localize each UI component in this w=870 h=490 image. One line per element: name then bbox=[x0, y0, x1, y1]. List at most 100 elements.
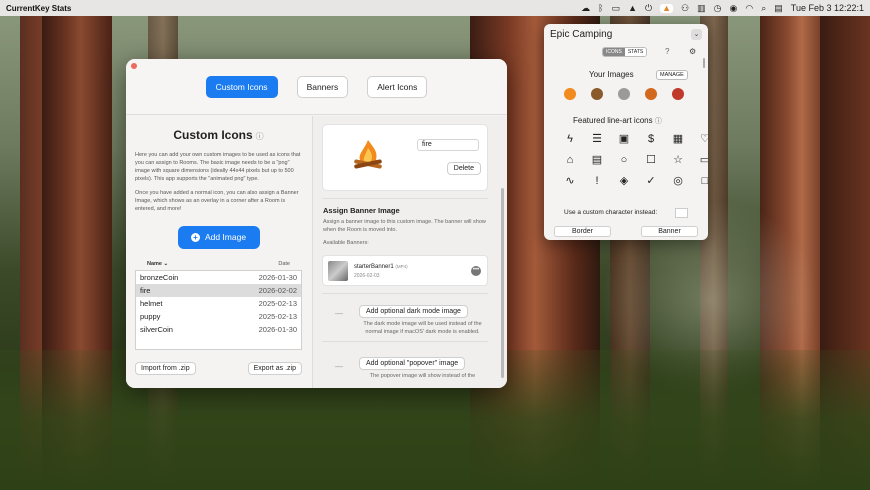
home-icon[interactable]: ⌂ bbox=[560, 153, 580, 167]
status-icons: ☁ ᛒ ▭ ▲ ⏻ ▲ ⚇ ▥ ◷ ◉ ◠ ⌕ ▤ Tue Feb 3 12:2… bbox=[581, 3, 864, 13]
scrollbar[interactable] bbox=[703, 58, 705, 68]
banner-option[interactable]: starterBanner1 (MP4) 2026-02-03 ••• bbox=[322, 255, 488, 286]
control-center-icon[interactable]: ▤ bbox=[774, 3, 783, 13]
description-paragraph: Here you can add your own custom images … bbox=[135, 152, 301, 182]
check-icon[interactable]: ✓ bbox=[641, 174, 661, 188]
chat-icon[interactable]: ○ bbox=[614, 153, 634, 167]
segment-icons[interactable]: ICONS bbox=[603, 48, 625, 56]
dollar-icon[interactable]: $ bbox=[641, 132, 661, 146]
campfire-icon bbox=[354, 140, 382, 169]
tab-banners[interactable]: Banners bbox=[296, 75, 349, 98]
section-description: Assign a banner image to this custom ima… bbox=[323, 219, 486, 233]
custom-character-label: Use a custom character instead: bbox=[564, 209, 658, 216]
tab-custom-icons[interactable]: Custom Icons bbox=[205, 75, 278, 98]
heart-icon[interactable]: ♡ bbox=[695, 132, 708, 146]
cloud-icon[interactable]: ☁ bbox=[581, 3, 590, 13]
table-row[interactable]: bronzeCoin 2026-01-30 bbox=[136, 271, 301, 284]
alert-icon[interactable]: ! bbox=[587, 174, 607, 188]
available-banners-label: Available Banners: bbox=[323, 240, 369, 246]
column-header-date[interactable]: Date bbox=[278, 261, 290, 267]
add-image-button[interactable]: + Add Image bbox=[177, 225, 260, 249]
book-icon[interactable]: ☰ bbox=[587, 132, 607, 146]
film-icon[interactable]: ▦ bbox=[668, 132, 688, 146]
add-image-label: Add Image bbox=[204, 232, 247, 243]
add-popover-image-button[interactable]: Add optional "popover" image bbox=[359, 357, 466, 370]
close-window-button[interactable] bbox=[131, 63, 137, 69]
image-name-input[interactable]: fire bbox=[417, 139, 479, 151]
power-icon[interactable]: ⏻ bbox=[645, 3, 652, 13]
more-options-icon[interactable]: ••• bbox=[471, 266, 481, 276]
plus-circle-icon: + bbox=[190, 232, 200, 242]
divider bbox=[322, 293, 488, 294]
banner-name: starterBanner1 (MP4) bbox=[354, 264, 408, 270]
divider bbox=[322, 341, 488, 342]
export-zip-button[interactable]: Export as .zip bbox=[247, 362, 302, 375]
info-icon[interactable]: ⓘ bbox=[256, 132, 264, 141]
window-toolbar: Custom Icons Banners Alert Icons bbox=[126, 59, 507, 115]
clock[interactable]: Tue Feb 3 12:22:1 bbox=[791, 3, 864, 13]
popover-description: The popover image will show instead of t… bbox=[369, 373, 476, 379]
camera-icon[interactable]: ▣ bbox=[614, 132, 634, 146]
dash-placeholder: — bbox=[335, 309, 343, 318]
help-icon[interactable]: ? bbox=[665, 47, 669, 56]
border-button[interactable]: Border bbox=[554, 226, 611, 237]
bars-icon[interactable]: ▥ bbox=[697, 3, 706, 13]
silver-coin-image-icon[interactable] bbox=[618, 88, 630, 100]
popover-actions: Border Banner bbox=[554, 226, 698, 237]
people-icon[interactable]: ⚇ bbox=[681, 3, 689, 13]
table-row[interactable]: helmet 2025-02-13 bbox=[136, 297, 301, 310]
manage-button[interactable]: MANAGE bbox=[656, 70, 688, 80]
list-header: Name ⌄ Date bbox=[135, 261, 302, 267]
divider bbox=[322, 198, 488, 199]
custom-character-input[interactable] bbox=[675, 208, 688, 218]
featured-icons-heading: Featured line-art icons ⓘ bbox=[573, 116, 662, 125]
settings-window: Custom Icons Banners Alert Icons Custom … bbox=[126, 59, 507, 388]
truck-icon[interactable]: ▭ bbox=[695, 153, 708, 167]
chevron-down-icon[interactable]: ⌄ bbox=[691, 29, 702, 40]
box-icon[interactable]: ◈ bbox=[614, 174, 634, 188]
list-actions: Import from .zip Export as .zip bbox=[135, 362, 302, 375]
bluetooth-icon[interactable]: ᛒ bbox=[598, 3, 603, 13]
column-header-name[interactable]: Name ⌄ bbox=[147, 261, 168, 267]
dash-placeholder: — bbox=[335, 362, 343, 371]
wifi-icon[interactable]: ◠ bbox=[745, 3, 753, 13]
tab-alert-icons[interactable]: Alert Icons bbox=[367, 75, 428, 98]
info-icon[interactable]: ⓘ bbox=[655, 118, 662, 125]
user-icon[interactable]: ◉ bbox=[730, 3, 738, 13]
airplay-icon[interactable]: ▲ bbox=[628, 3, 637, 13]
history-icon[interactable]: ◷ bbox=[714, 3, 722, 13]
icon-grid: ϟ ☰ ▣ $ ▦ ♡ ⌂ ▤ ○ ☐ ☆ ▭ ∿ ! ◈ ✓ ◎ □ bbox=[560, 132, 708, 188]
custom-icons-list-pane: Custom Icons ⓘ Here you can add your own … bbox=[126, 116, 311, 388]
gear-icon[interactable]: ⚙ bbox=[689, 47, 696, 56]
search-icon[interactable]: ⌕ bbox=[761, 3, 766, 13]
activity-icon[interactable]: ∿ bbox=[560, 174, 580, 188]
segment-stats[interactable]: STATS bbox=[624, 48, 647, 56]
import-zip-button[interactable]: Import from .zip bbox=[135, 362, 196, 375]
image-list: bronzeCoin 2026-01-30 fire 2026-02-02 helm… bbox=[135, 269, 302, 350]
table-row-selected[interactable]: fire 2026-02-02 bbox=[136, 283, 301, 297]
star-icon[interactable]: ☆ bbox=[668, 153, 688, 167]
table-row[interactable]: silverCoin 2026-01-30 bbox=[136, 323, 301, 336]
campfire-status-icon[interactable]: ▲ bbox=[660, 3, 674, 13]
chevron-down-icon: ⌄ bbox=[163, 260, 169, 267]
scrollbar[interactable] bbox=[501, 188, 504, 378]
table-row[interactable]: puppy 2025-02-13 bbox=[136, 310, 301, 323]
add-dark-mode-image-button[interactable]: Add optional dark mode image bbox=[359, 305, 468, 318]
view-segmented-control: ICONS STATS bbox=[602, 47, 648, 57]
map-icon[interactable]: ▤ bbox=[587, 153, 607, 167]
helmet-image-icon[interactable] bbox=[672, 88, 684, 100]
puppy-image-icon[interactable] bbox=[591, 88, 603, 100]
square-icon[interactable]: □ bbox=[695, 174, 708, 188]
delete-button[interactable]: Delete bbox=[446, 162, 481, 175]
page-title: Custom Icons ⓘ bbox=[135, 128, 302, 142]
display-icon[interactable]: ▭ bbox=[612, 3, 621, 13]
cart-icon[interactable]: ☐ bbox=[641, 153, 661, 167]
bronze-coin-image-icon[interactable] bbox=[645, 88, 657, 100]
bolt-icon[interactable]: ϟ bbox=[560, 132, 580, 146]
image-detail-pane: fire Delete Assign Banner Image Assign a… bbox=[312, 116, 507, 388]
fire-image-icon[interactable] bbox=[564, 88, 576, 100]
target-icon[interactable]: ◎ bbox=[668, 174, 688, 188]
banner-button[interactable]: Banner bbox=[641, 226, 698, 237]
your-images-heading: Your Images bbox=[589, 70, 634, 79]
app-name[interactable]: CurrentKey Stats bbox=[6, 4, 71, 13]
